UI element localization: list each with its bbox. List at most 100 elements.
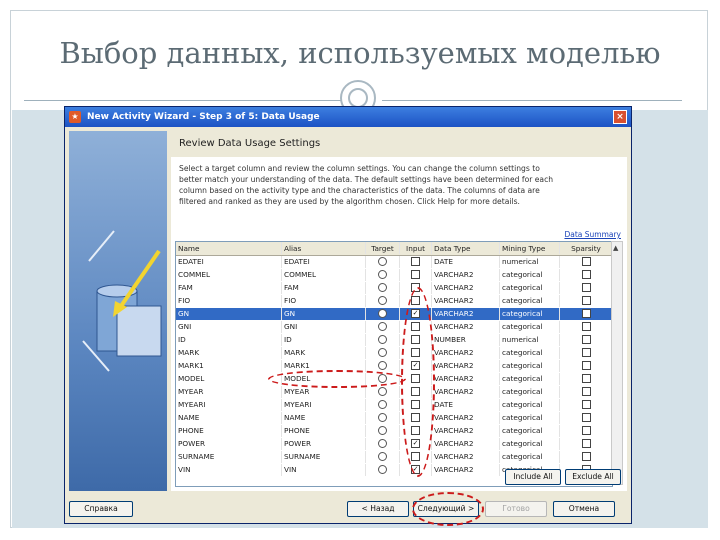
target-radio[interactable] xyxy=(378,386,387,396)
cell-alias: NAME xyxy=(282,412,366,424)
target-radio[interactable] xyxy=(378,269,387,279)
table-row[interactable]: ID ID NUMBER numerical xyxy=(176,334,612,346)
main-panel: Review Data Usage Settings Select a targ… xyxy=(171,131,627,491)
target-radio[interactable] xyxy=(378,425,387,435)
sparsity-checkbox[interactable] xyxy=(581,451,591,461)
table-row[interactable]: EDATEI EDATEI DATE numerical xyxy=(176,256,612,268)
table-row[interactable]: COMMEL COMMEL VARCHAR2 categorical xyxy=(176,269,612,281)
target-radio[interactable] xyxy=(378,360,387,370)
cell-data-type: VARCHAR2 xyxy=(432,373,500,385)
sparsity-checkbox[interactable] xyxy=(581,399,591,409)
help-button[interactable]: Справка xyxy=(69,501,133,517)
grid-scrollbar[interactable]: ▲ ▼ xyxy=(611,241,623,485)
sparsity-checkbox[interactable] xyxy=(581,412,591,422)
input-checkbox[interactable] xyxy=(411,269,420,279)
input-checkbox[interactable] xyxy=(411,256,420,266)
sparsity-checkbox[interactable] xyxy=(581,438,591,448)
cell-data-type: VARCHAR2 xyxy=(432,438,500,450)
scroll-up-icon[interactable]: ▲ xyxy=(613,244,621,252)
cell-sparsity xyxy=(560,412,612,424)
target-radio[interactable] xyxy=(378,438,387,448)
table-row[interactable]: POWER POWER ✓ VARCHAR2 categorical xyxy=(176,438,612,450)
cell-target xyxy=(366,308,400,320)
table-row[interactable]: FAM FAM VARCHAR2 categorical xyxy=(176,282,612,294)
sparsity-checkbox[interactable] xyxy=(581,347,591,357)
data-usage-grid: Name Alias Target Input Data Type Mining… xyxy=(175,241,613,487)
close-button[interactable]: × xyxy=(613,110,627,124)
table-row[interactable]: GNI GNI VARCHAR2 categorical xyxy=(176,321,612,333)
column-header-input[interactable]: Input xyxy=(400,242,432,254)
table-row[interactable]: FIO FIO VARCHAR2 categorical xyxy=(176,295,612,307)
cell-data-type: VARCHAR2 xyxy=(432,308,500,320)
table-row[interactable]: MARK MARK VARCHAR2 categorical xyxy=(176,347,612,359)
cell-alias: MYEARI xyxy=(282,399,366,411)
column-header-data-type[interactable]: Data Type xyxy=(432,242,500,254)
sparsity-checkbox[interactable] xyxy=(581,334,591,344)
cell-name: COMMEL xyxy=(176,269,282,281)
target-radio[interactable] xyxy=(378,399,387,409)
cell-sparsity xyxy=(560,451,612,463)
target-radio[interactable] xyxy=(378,308,387,318)
title-divider xyxy=(24,100,344,101)
cell-data-type: NUMBER xyxy=(432,334,500,346)
table-row[interactable]: MYEAR MYEAR VARCHAR2 categorical xyxy=(176,386,612,398)
cell-target xyxy=(366,256,400,268)
cell-target xyxy=(366,451,400,463)
target-radio[interactable] xyxy=(378,295,387,305)
cell-mining-type: categorical xyxy=(500,399,560,411)
target-radio[interactable] xyxy=(378,282,387,292)
cell-alias: ID xyxy=(282,334,366,346)
include-all-button[interactable]: Include All xyxy=(505,469,561,485)
target-radio[interactable] xyxy=(378,347,387,357)
target-radio[interactable] xyxy=(378,334,387,344)
target-radio[interactable] xyxy=(378,256,387,266)
table-row[interactable]: PHONE PHONE VARCHAR2 categorical xyxy=(176,425,612,437)
cell-target xyxy=(366,269,400,281)
table-row[interactable]: GN GN ✓ VARCHAR2 categorical xyxy=(176,308,612,320)
slide-title: Выбор данных, используемых моделью xyxy=(59,36,661,70)
column-header-name[interactable]: Name xyxy=(176,242,282,254)
table-row[interactable]: SURNAME SURNAME VARCHAR2 categorical xyxy=(176,451,612,463)
column-header-sparsity[interactable]: Sparsity xyxy=(560,242,612,254)
cell-alias: FAM xyxy=(282,282,366,294)
sparsity-checkbox[interactable] xyxy=(581,308,591,318)
target-radio[interactable] xyxy=(378,451,387,461)
cell-target xyxy=(366,295,400,307)
cell-alias: POWER xyxy=(282,438,366,450)
window-titlebar[interactable]: ★ New Activity Wizard - Step 3 of 5: Dat… xyxy=(65,107,631,127)
cell-data-type: VARCHAR2 xyxy=(432,269,500,281)
table-row[interactable]: NAME NAME VARCHAR2 categorical xyxy=(176,412,612,424)
target-radio[interactable] xyxy=(378,412,387,422)
column-header-mining-type[interactable]: Mining Type xyxy=(500,242,560,254)
finish-button[interactable]: Готово xyxy=(485,501,547,517)
cell-data-type: VARCHAR2 xyxy=(432,321,500,333)
data-summary-link[interactable]: Data Summary xyxy=(564,230,621,239)
column-header-target[interactable]: Target xyxy=(366,242,400,254)
next-button-highlight xyxy=(412,492,484,526)
target-radio[interactable] xyxy=(378,321,387,331)
table-row[interactable]: MYEARI MYEARI DATE categorical xyxy=(176,399,612,411)
wizard-window: ★ New Activity Wizard - Step 3 of 5: Dat… xyxy=(64,106,632,524)
cell-name: MODEL xyxy=(176,373,282,385)
cell-name: VIN xyxy=(176,464,282,476)
sparsity-checkbox[interactable] xyxy=(581,386,591,396)
cell-sparsity xyxy=(560,386,612,398)
sparsity-checkbox[interactable] xyxy=(581,321,591,331)
cancel-button[interactable]: Отмена xyxy=(553,501,615,517)
sparsity-checkbox[interactable] xyxy=(581,256,591,266)
cell-data-type: VARCHAR2 xyxy=(432,295,500,307)
target-radio[interactable] xyxy=(378,464,387,474)
column-header-alias[interactable]: Alias xyxy=(282,242,366,254)
sparsity-checkbox[interactable] xyxy=(581,295,591,305)
cell-data-type: VARCHAR2 xyxy=(432,451,500,463)
cell-data-type: DATE xyxy=(432,256,500,268)
sparsity-checkbox[interactable] xyxy=(581,269,591,279)
sparsity-checkbox[interactable] xyxy=(581,373,591,383)
sparsity-checkbox[interactable] xyxy=(581,425,591,435)
cell-target xyxy=(366,399,400,411)
sparsity-checkbox[interactable] xyxy=(581,360,591,370)
sparsity-checkbox[interactable] xyxy=(581,282,591,292)
back-button[interactable]: < Назад xyxy=(347,501,409,517)
exclude-all-button[interactable]: Exclude All xyxy=(565,469,621,485)
table-row[interactable]: MARK1 MARK1 ✓ VARCHAR2 categorical xyxy=(176,360,612,372)
